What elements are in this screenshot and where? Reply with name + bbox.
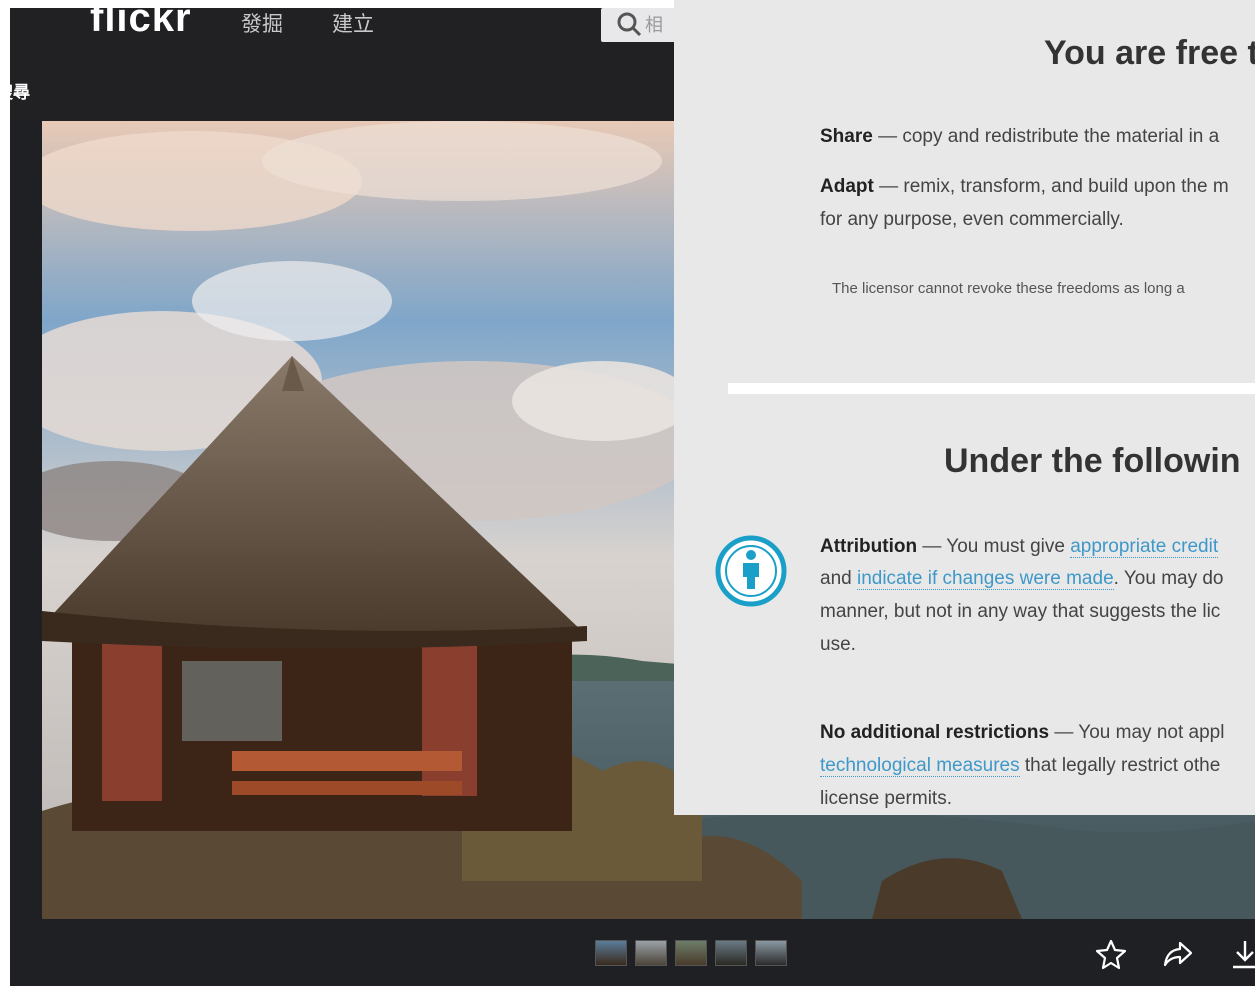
divider xyxy=(728,383,1255,394)
nav-create[interactable]: 建立 xyxy=(332,8,374,38)
attribution-text1: — You must give xyxy=(917,536,1071,557)
no-restrictions-line2: technological measures that legally rest… xyxy=(820,755,1220,777)
attribution-line3: manner, but not in any way that suggests… xyxy=(820,601,1221,622)
license-panel: You are free t Share — copy and redistri… xyxy=(674,0,1255,815)
attribution-icon xyxy=(715,535,787,607)
no-restrictions-line1: No additional restrictions — You may not… xyxy=(820,722,1224,744)
thumbnail[interactable] xyxy=(715,940,748,966)
flickr-logo[interactable]: flickr xyxy=(90,8,192,41)
photo-bottom-bar xyxy=(10,920,1255,986)
photo-thumbnails xyxy=(595,940,790,966)
adapt-text: — remix, transform, and build upon the m xyxy=(873,176,1229,197)
thumbnail[interactable] xyxy=(635,940,668,966)
free-to-heading: You are free t xyxy=(1044,34,1255,72)
adapt-clause: Adapt — remix, transform, and build upon… xyxy=(820,176,1229,198)
nav-discover[interactable]: 發掘 xyxy=(241,8,283,38)
conditions-heading: Under the followin xyxy=(944,442,1241,480)
attribution-and: and xyxy=(820,568,857,589)
no-restrictions-term: No additional restrictions xyxy=(820,722,1050,743)
share-icon[interactable] xyxy=(1162,938,1194,970)
attribution-term: Attribution xyxy=(820,536,918,557)
download-icon[interactable] xyxy=(1229,938,1255,970)
no-restrictions-text: — You may not appl xyxy=(1049,722,1225,743)
share-text: — copy and redistribute the material in … xyxy=(872,126,1220,147)
no-restrictions-line3: license permits. xyxy=(820,788,952,809)
search-placeholder: 相 xyxy=(645,15,663,36)
adapt-line2: for any purpose, even commercially. xyxy=(820,209,1124,230)
star-icon[interactable] xyxy=(1095,938,1127,970)
no-restrictions-text2: that legally restrict othe xyxy=(1019,755,1221,776)
attribution-text2: . You may do xyxy=(1113,568,1224,589)
revoke-note: The licensor cannot revoke these freedom… xyxy=(832,280,1185,297)
technological-measures-link[interactable]: technological measures xyxy=(820,755,1020,777)
attribution-line2: and indicate if changes were made. You m… xyxy=(820,568,1224,590)
adapt-term: Adapt xyxy=(820,176,874,197)
thumbnail[interactable] xyxy=(595,940,627,966)
search-icon xyxy=(617,12,642,37)
appropriate-credit-link[interactable]: appropriate credit xyxy=(1070,536,1219,558)
back-to-search-link[interactable]: 搜尋 xyxy=(10,78,30,103)
thumbnail[interactable] xyxy=(755,940,788,966)
attribution-line1: Attribution — You must give appropriate … xyxy=(820,536,1219,558)
share-term: Share xyxy=(820,126,873,147)
thumbnail[interactable] xyxy=(675,940,708,966)
attribution-line4: use. xyxy=(820,634,856,655)
share-clause: Share — copy and redistribute the materi… xyxy=(820,126,1219,148)
changes-made-link[interactable]: indicate if changes were made xyxy=(856,568,1114,590)
